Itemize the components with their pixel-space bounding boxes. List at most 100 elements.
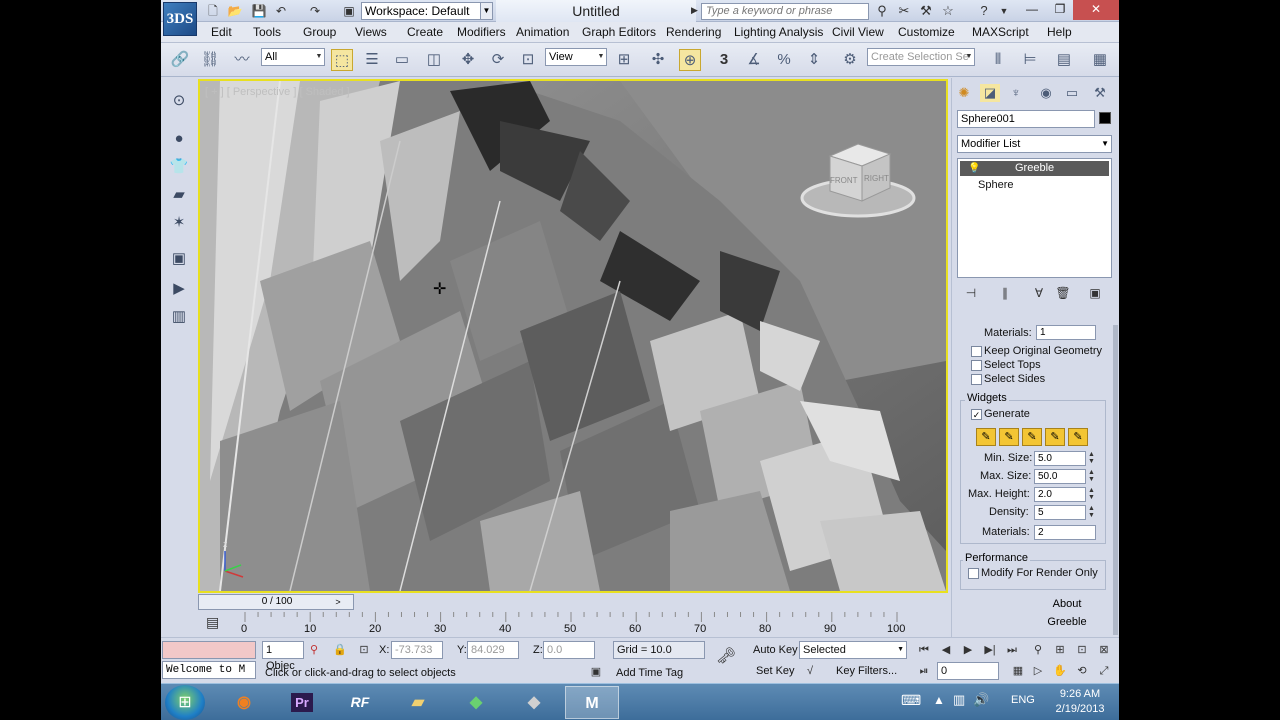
set-key-button[interactable]: Set Key [756,665,795,677]
density-field[interactable]: 5 [1034,505,1086,520]
widget-type-2-icon[interactable]: ✎ [999,428,1019,446]
key-mode-dropdown[interactable]: Selected ▼ [799,641,907,659]
undo-icon[interactable]: ↶ [273,3,289,19]
create-tab-icon[interactable]: ✺ [954,84,974,102]
stack-item-greeble[interactable]: 💡 Greeble [960,161,1109,176]
hierarchy-tab-icon[interactable]: ♆ [1006,84,1026,102]
pin-stack-icon[interactable]: ⊣ [961,284,981,302]
unlink-icon[interactable]: ⛓ [199,49,221,71]
key-filters-button[interactable]: Key Filters... [836,665,897,677]
motion-tab-icon[interactable]: ◉ [1036,84,1056,102]
taskbar-app[interactable]: ◆ [449,686,503,719]
menu-create[interactable]: Create [407,25,443,39]
modifier-list-dropdown[interactable]: Modifier List ▼ [957,135,1112,153]
snaps-toggle-icon[interactable]: 3 [713,49,735,71]
lightbulb-icon[interactable]: 💡 [968,161,980,176]
maximize-button[interactable]: ❐ [1047,0,1073,20]
favorites-star-icon[interactable]: ☆ [939,3,957,19]
close-button[interactable]: ✕ [1073,0,1119,20]
save-icon[interactable]: 💾 [251,3,267,19]
tray-arrow-icon[interactable]: ▲ [933,693,945,707]
taskbar-rf[interactable]: RF [333,686,387,719]
search-input[interactable]: Type a keyword or phrase [701,3,869,20]
stack-item-sphere[interactable]: Sphere [978,178,1013,193]
angle-snap-icon[interactable]: ∡ [743,49,765,71]
rectangular-selection-icon[interactable]: ▭ [391,49,413,71]
help-icon[interactable]: ? [975,3,993,19]
y-coordinate-field[interactable]: 84.029 [467,641,519,659]
orbit-icon[interactable]: ⟲ [1073,662,1091,680]
maxscript-listener-output[interactable] [162,641,256,659]
minimize-button[interactable]: — [1019,0,1045,20]
taskbar-app2[interactable]: ◆ [507,686,561,719]
utilities-tab-icon[interactable]: ⚒ [1090,84,1110,102]
sphere-icon[interactable]: ● [168,128,190,150]
viewport-layout-icon[interactable]: ⊙ [168,90,190,112]
configure-modifier-sets-icon[interactable]: ▣ [1085,284,1105,302]
play-icon[interactable]: ▶ [959,641,977,659]
shirt-icon[interactable]: 👕 [168,156,190,178]
keep-original-geometry-checkbox[interactable] [971,346,982,357]
menu-modifiers[interactable]: Modifiers [457,25,506,39]
perspective-viewport[interactable]: [ + ] [ Perspective ] [ Shaded ] FRONT R… [198,79,948,593]
binoculars-icon[interactable]: ⚲ [873,3,891,19]
graphite-tools-icon[interactable]: ▦ [1089,49,1111,71]
x-coordinate-field[interactable]: -73.733 [391,641,443,659]
max-size-spinner[interactable]: ▲ ▼ [1087,469,1096,484]
about-greeble-button[interactable]: About Greeble [1032,594,1102,628]
taskbar-3ds-max[interactable]: M [565,686,619,719]
clock[interactable]: 9:26 AM 2/19/2013 [1045,687,1115,717]
taskbar-explorer[interactable]: ▰ [391,686,445,719]
volume-icon[interactable]: 🔊 [973,692,989,708]
selection-lock-icon[interactable]: 🔒 [331,641,349,659]
pivot-center-icon[interactable]: ⊞ [613,49,635,71]
new-file-icon[interactable]: 🗋 [205,3,221,19]
pan-view-icon[interactable]: ✋ [1051,662,1069,680]
generate-checkbox[interactable]: ✓ [971,409,982,420]
select-by-name-icon[interactable]: ☰ [361,49,383,71]
select-object-icon[interactable]: ⬚ [331,49,353,71]
select-and-link-icon[interactable]: 🔗 [169,49,191,71]
bind-space-warp-icon[interactable]: 〰 [231,49,253,71]
min-size-spinner[interactable]: ▲ ▼ [1087,451,1096,466]
menu-group[interactable]: Group [303,25,336,39]
widget-type-4-icon[interactable]: ✎ [1045,428,1065,446]
project-folder-icon[interactable]: ▣ [341,3,357,19]
reference-coordinate-dropdown[interactable]: View ▼ [545,48,607,66]
subscription-icon[interactable]: ✂ [895,3,913,19]
menu-animation[interactable]: Animation [516,25,569,39]
track-bar[interactable]: 0 10 20 30 40 50 60 70 80 90 100 [241,612,905,636]
edit-named-selection-icon[interactable]: ⚙ [839,49,861,71]
zoom-all-icon[interactable]: ⊞ [1051,641,1069,659]
max-height-spinner[interactable]: ▲ ▼ [1087,487,1096,502]
display-tab-icon[interactable]: ▭ [1062,84,1082,102]
menu-maxscript[interactable]: MAXScript [972,25,1029,39]
absolute-mode-icon[interactable]: ⊡ [355,641,373,659]
density-spinner[interactable]: ▲ ▼ [1087,505,1096,520]
render-icon[interactable]: ▥ [168,306,190,328]
zoom-extents-icon[interactable]: ⊡ [1073,641,1091,659]
rotate-icon[interactable]: ⟳ [487,49,509,71]
workspace-dropdown[interactable]: Workspace: Default ▼ [361,2,493,20]
network-icon[interactable]: ▥ [953,692,965,708]
viewcube[interactable]: FRONT RIGHT [800,136,920,226]
zoom-icon[interactable]: ⚲ [1029,641,1047,659]
manipulate-icon[interactable]: ✣ [647,49,669,71]
menu-customize[interactable]: Customize [898,25,955,39]
percent-snap-icon[interactable]: % [773,49,795,71]
window-crossing-icon[interactable]: ◫ [423,49,445,71]
widget-type-1-icon[interactable]: ✎ [976,428,996,446]
mini-curve-editor-icon[interactable]: ▤ [206,614,219,631]
next-frame-icon[interactable]: ▶| [981,641,999,659]
communication-center-icon[interactable]: ⚒ [917,3,935,19]
time-slider[interactable]: 0 / 100 [198,594,354,610]
skeleton-icon[interactable]: ✶ [168,212,190,234]
max-height-field[interactable]: 2.0 [1034,487,1086,502]
show-end-result-icon[interactable]: ∥ [995,284,1015,302]
widget-type-3-icon[interactable]: ✎ [1022,428,1042,446]
modify-for-render-only-checkbox[interactable] [968,568,979,579]
field-of-view-icon[interactable]: ▷ [1029,662,1047,680]
film-icon[interactable]: ▣ [168,248,190,270]
spinner-snap-icon[interactable]: ⇕ [803,49,825,71]
menu-rendering[interactable]: Rendering [666,25,721,39]
